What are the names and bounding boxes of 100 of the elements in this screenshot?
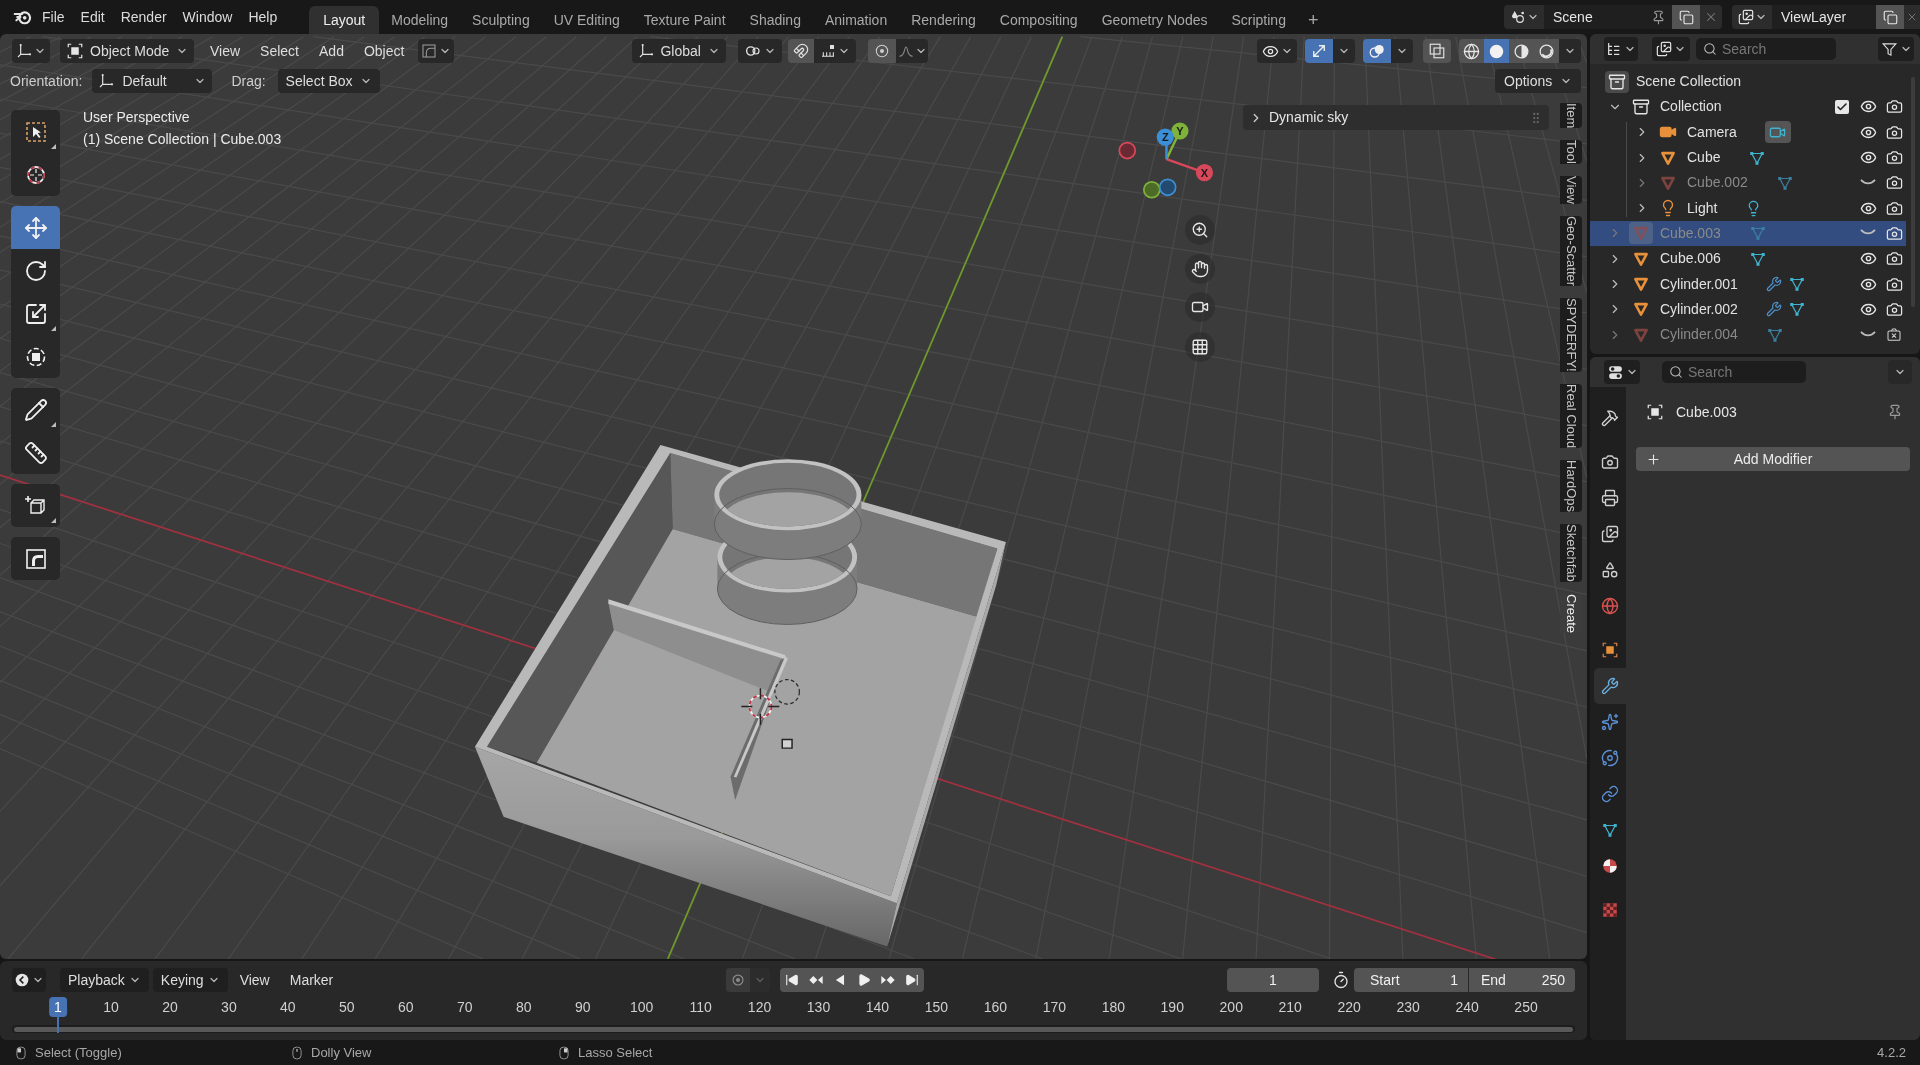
search-field[interactable]: Search — [1662, 361, 1806, 383]
orientation-dropdown[interactable]: Default — [92, 69, 213, 93]
outliner-row[interactable]: Scene Collection — [1590, 69, 1906, 95]
view-layer-type-button[interactable] — [1732, 5, 1772, 29]
outliner-row[interactable]: Cylinder.002 — [1590, 296, 1906, 322]
editor-type-button[interactable] — [12, 968, 46, 992]
auto-keying-toggle[interactable] — [726, 968, 751, 992]
sidebar-tab[interactable]: View — [1560, 176, 1582, 205]
filter-dropdown[interactable] — [1878, 37, 1914, 61]
outliner-row[interactable]: Light — [1590, 195, 1906, 221]
sidebar-tab[interactable]: Real Cloud — [1560, 383, 1582, 449]
close-button[interactable] — [1904, 5, 1920, 29]
gizmo-z-handle[interactable]: Z — [1156, 128, 1174, 146]
options-dropdown[interactable] — [1888, 360, 1912, 384]
search-field[interactable]: Search — [1696, 38, 1836, 60]
curve-dropdown[interactable] — [418, 39, 455, 63]
checkbox[interactable] — [1835, 99, 1849, 114]
tool-button[interactable] — [11, 249, 60, 292]
menu-item[interactable]: Window — [174, 4, 241, 30]
outliner-row[interactable]: Cube.002 — [1590, 170, 1906, 196]
workspace-tab[interactable]: Texture Paint — [631, 6, 738, 34]
tool-button[interactable] — [11, 110, 60, 153]
projection-button[interactable] — [1185, 332, 1215, 362]
tool-button[interactable] — [11, 335, 60, 378]
menu-item[interactable]: Object — [353, 39, 415, 63]
outliner-row[interactable]: Cylinder.004 — [1590, 321, 1906, 348]
drag-dropdown[interactable]: Select Box — [277, 69, 380, 93]
outliner-row[interactable]: Cube — [1590, 144, 1906, 171]
shading-mode-button[interactable] — [1509, 39, 1534, 63]
jump-start-button[interactable] — [780, 968, 805, 992]
menu-item[interactable]: Marker — [281, 968, 342, 992]
sidebar-tab[interactable]: HardOps — [1560, 460, 1582, 513]
tool-button[interactable] — [11, 153, 60, 196]
display-mode-dropdown[interactable] — [1652, 37, 1690, 61]
copy-button[interactable] — [1672, 5, 1700, 29]
workspace-tab[interactable]: Shading — [737, 6, 813, 34]
add-modifier-button[interactable]: Add Modifier — [1636, 447, 1910, 471]
sidebar-tab[interactable]: Geo-Scatter — [1560, 216, 1582, 287]
sidebar-tab[interactable]: Sketchfab — [1560, 524, 1582, 583]
view-layer-name-field[interactable]: ViewLayer — [1772, 5, 1876, 29]
copy-button[interactable] — [1876, 5, 1904, 29]
sidebar-tab[interactable]: Item — [1560, 103, 1582, 129]
workspace-tab[interactable]: Compositing — [987, 6, 1090, 34]
tool-button[interactable] — [11, 484, 60, 527]
camera-view-button[interactable] — [1185, 292, 1215, 322]
workspace-tab[interactable]: Rendering — [899, 6, 988, 34]
zoom-button[interactable] — [1185, 215, 1215, 245]
editor-type-button[interactable] — [12, 39, 50, 63]
menu-item[interactable]: Help — [240, 4, 286, 30]
menu-item[interactable]: View — [200, 39, 251, 63]
snap-target-dropdown[interactable] — [814, 39, 857, 63]
pivot-dropdown[interactable] — [738, 39, 783, 63]
workspace-tab[interactable]: Animation — [812, 6, 900, 34]
editor-type-button[interactable] — [1604, 360, 1640, 384]
options-dropdown[interactable]: Options — [1495, 69, 1581, 93]
jump-end-button[interactable] — [900, 968, 925, 992]
snap-toggle[interactable] — [788, 39, 815, 63]
mode-dropdown[interactable]: Object Mode — [60, 39, 194, 63]
camera-data-button[interactable] — [1764, 121, 1791, 144]
start-frame-field[interactable]: Start 1 — [1354, 968, 1468, 992]
editor-type-button[interactable] — [1604, 37, 1638, 61]
outliner-row[interactable]: Collection — [1590, 94, 1906, 120]
workspace-tab[interactable]: UV Editing — [541, 6, 632, 34]
menu-item[interactable]: View — [231, 968, 278, 992]
sidebar-tab[interactable]: SPYDERFY! — [1560, 298, 1582, 372]
gizmo-y-handle[interactable]: Y — [1171, 122, 1189, 140]
overlay-toggle[interactable] — [1305, 39, 1333, 63]
outliner-row[interactable]: Camera — [1590, 119, 1906, 145]
workspace-tab[interactable]: Layout — [309, 6, 380, 34]
pan-button[interactable] — [1185, 254, 1215, 284]
menu-item[interactable]: Select — [250, 39, 309, 63]
current-frame-field[interactable]: 1 — [1227, 968, 1319, 992]
shading-mode-button[interactable] — [1459, 39, 1484, 63]
workspace-tab[interactable]: Sculpting — [460, 6, 542, 34]
outliner-row[interactable]: Cube.006 — [1590, 246, 1906, 272]
visibility-dropdown[interactable] — [1257, 39, 1297, 63]
overlay-toggle[interactable] — [1423, 39, 1451, 63]
workspace-tab[interactable]: Geometry Nodes — [1089, 6, 1220, 34]
gizmo-x-handle[interactable]: X — [1195, 164, 1214, 182]
workspace-tab[interactable]: Modeling — [379, 6, 461, 34]
orientation-dropdown[interactable]: Global — [632, 39, 727, 63]
menu-dropdown[interactable]: Playback — [60, 968, 149, 992]
proportional-toggle[interactable] — [868, 39, 897, 63]
menu-item[interactable]: File — [34, 4, 73, 30]
falloff-dropdown[interactable] — [896, 39, 929, 63]
workspace-tab[interactable]: Scripting — [1219, 6, 1298, 34]
overlay-options-dropdown[interactable] — [1391, 39, 1413, 63]
scene-type-button[interactable] — [1504, 5, 1544, 29]
menu-item[interactable]: Edit — [72, 4, 113, 30]
sidebar-tab[interactable]: Tool — [1560, 140, 1582, 165]
shading-mode-button[interactable] — [1484, 39, 1509, 63]
outliner-row[interactable]: Cylinder.001 — [1590, 271, 1906, 297]
shading-options-dropdown[interactable] — [1559, 39, 1581, 63]
tool-button[interactable] — [11, 388, 60, 431]
panel-header[interactable]: Dynamic sky — [1243, 105, 1549, 130]
add-workspace-button[interactable]: + — [1297, 6, 1329, 34]
overlay-toggle[interactable] — [1363, 39, 1391, 63]
close-button[interactable] — [1700, 5, 1722, 29]
tool-button[interactable] — [11, 537, 60, 580]
tool-button[interactable] — [11, 431, 60, 474]
